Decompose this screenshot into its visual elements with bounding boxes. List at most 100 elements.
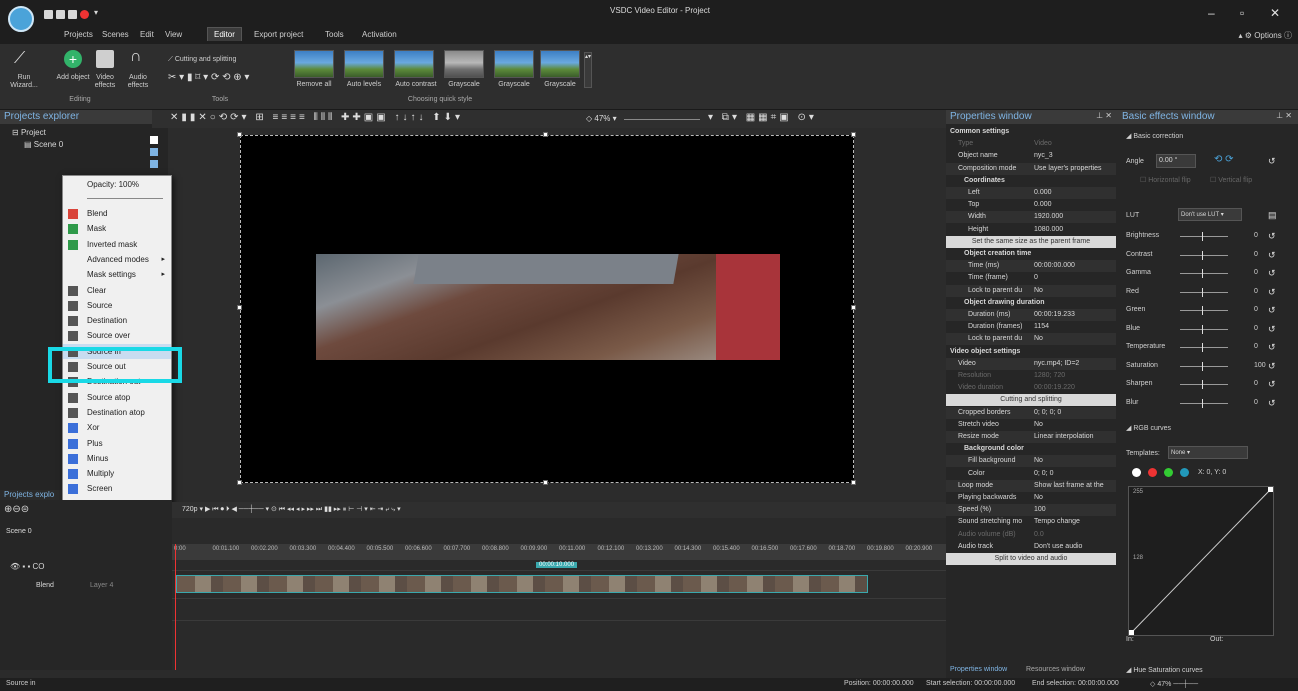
property-value[interactable]: Show last frame at the — [1034, 480, 1114, 492]
context-menu-item[interactable]: Inverted mask — [63, 237, 171, 252]
reset-icon[interactable]: ↺ — [1268, 231, 1276, 242]
style-grayscale-2-thumb[interactable] — [494, 50, 534, 78]
context-menu-item[interactable]: Advanced modes ▸ — [63, 252, 171, 267]
property-section-header[interactable]: Coordinates — [946, 175, 1116, 187]
resources-tab[interactable]: Resources window — [1026, 666, 1085, 673]
view-toolbar-icons[interactable]: ▾ ⧉▾ ▦▦⌗▣ ⊙▾ — [708, 112, 817, 123]
property-value[interactable]: Tempo change — [1034, 516, 1114, 528]
hue-saturation-section[interactable]: ◢ Hue Saturation curves — [1126, 666, 1203, 674]
property-section-header[interactable]: Background color — [946, 443, 1116, 455]
property-row[interactable]: Height 1080.000 — [946, 224, 1116, 236]
context-menu-item[interactable]: Screen — [63, 481, 171, 496]
curve-white-dot[interactable] — [1132, 468, 1141, 477]
context-menu-item[interactable]: Xor — [63, 420, 171, 435]
context-menu-item[interactable]: Source over — [63, 328, 171, 343]
property-value[interactable]: 1080.000 — [1034, 224, 1114, 236]
effect-slider[interactable] — [1180, 287, 1228, 297]
open-file-icon[interactable] — [56, 10, 65, 19]
basic-correction-section[interactable]: ◢ Basic correction — [1126, 132, 1183, 140]
property-row[interactable]: Cropped borders 0; 0; 0; 0 — [946, 406, 1116, 419]
cutting-splitting-button[interactable]: ⟋ Cutting and splitting — [168, 56, 236, 64]
timeline-ruler[interactable]: 0:00 00:01.100 00:02.200 00:03.300 00:04.400… — [172, 544, 946, 560]
property-row[interactable]: Object name nyc_3 — [946, 150, 1116, 162]
property-value[interactable]: 1280; 720 — [1034, 370, 1114, 382]
effect-slider[interactable] — [1180, 361, 1228, 371]
styles-scroll-button[interactable]: ▴▾ — [584, 52, 592, 88]
context-menu-item[interactable]: Destination — [63, 313, 171, 328]
context-menu-item[interactable]: Blend — [63, 206, 171, 221]
property-value[interactable]: Don't use audio — [1034, 541, 1114, 553]
property-value[interactable]: 0 — [1034, 272, 1114, 284]
record-icon[interactable] — [80, 10, 89, 19]
context-menu-item[interactable]: Plus — [63, 436, 171, 451]
property-value[interactable]: 0.000 — [1034, 199, 1114, 211]
project-node[interactable]: ⊟ Project — [12, 128, 46, 137]
new-file-icon[interactable] — [44, 10, 53, 19]
quick-access-dropdown-icon[interactable]: ▾ — [94, 8, 98, 17]
templates-select[interactable]: None ▾ — [1168, 446, 1248, 459]
effect-slider[interactable] — [1180, 398, 1228, 408]
property-value[interactable]: No — [1034, 333, 1114, 345]
video-frame[interactable] — [316, 254, 780, 360]
property-value[interactable]: nyc.mp4; ID=2 — [1034, 358, 1114, 370]
context-menu-item[interactable]: Mask — [63, 221, 171, 236]
style-auto-contrast-thumb[interactable] — [394, 50, 434, 78]
property-row[interactable]: Audio track Don't use audio — [946, 541, 1116, 553]
property-section-header[interactable]: Common settings — [946, 126, 1116, 138]
properties-tab[interactable]: Properties window — [950, 666, 1007, 673]
video-clip[interactable] — [176, 575, 868, 593]
property-value[interactable]: No — [1034, 285, 1114, 297]
property-action-button[interactable]: Set the same size as the parent frame — [946, 235, 1116, 248]
property-value[interactable]: 00:00:19.220 — [1034, 382, 1114, 394]
layer-visibility-icons[interactable]: 👁 ▪ ▪ CO — [10, 562, 45, 571]
resolution-selector[interactable]: 720p ▾ ▶ ⏮ ⏺ ⏵ ◀ ──┼── ▾ ⊙ ⏮ ◂◂ ◂ ▸ ▸▸ ⏭… — [182, 505, 401, 514]
menu-projects[interactable]: Projects — [64, 30, 93, 39]
context-menu-item[interactable]: Source — [63, 298, 171, 313]
zoom-slider[interactable] — [624, 119, 700, 120]
property-value[interactable]: 0; 0; 0; 0 — [1034, 407, 1114, 419]
property-row[interactable]: Sound stretching mo Tempo change — [946, 516, 1116, 528]
resize-handle[interactable] — [851, 132, 856, 137]
lut-select[interactable]: Don't use LUT ▾ — [1178, 208, 1242, 221]
property-row[interactable]: Time (frame) 0 — [946, 272, 1116, 284]
object-toolbar-icons[interactable]: ✕▮▮✕○⟲⟳▾ ⊞ ≡≡≡≡ ⫴⫴⫴ ✚✚▣▣ ↑↓↑↓ ⬆⬇▾ — [170, 112, 463, 123]
property-row[interactable]: Fill background No — [946, 455, 1116, 468]
property-row[interactable]: Color 0; 0; 0 — [946, 468, 1116, 480]
effect-slider[interactable] — [1180, 269, 1228, 278]
property-row[interactable]: Lock to parent du No — [946, 284, 1116, 297]
reset-icon[interactable]: ↺ — [1268, 268, 1276, 279]
effect-slider[interactable] — [1180, 343, 1228, 352]
style-auto-levels-thumb[interactable] — [344, 50, 384, 78]
property-section-header[interactable]: Video object settings — [946, 346, 1116, 358]
reset-icon[interactable]: ↺ — [1268, 324, 1276, 335]
property-row[interactable]: Audio volume (dB) 0.0 — [946, 529, 1116, 541]
reset-icon[interactable]: ↺ — [1268, 398, 1276, 409]
reset-icon[interactable]: ↺ — [1268, 250, 1276, 261]
app-logo-icon[interactable] — [8, 6, 34, 32]
vertical-flip-checkbox[interactable]: ☐ Vertical flip — [1210, 176, 1252, 184]
property-action-button[interactable]: Cutting and splitting — [946, 394, 1116, 407]
save-icon[interactable] — [68, 10, 77, 19]
video-effects-button[interactable]: Video effects — [90, 74, 120, 90]
curve-green-dot[interactable] — [1164, 468, 1173, 477]
scene-node[interactable]: ▤ Scene 0 — [24, 140, 63, 149]
resize-handle[interactable] — [851, 305, 856, 310]
layer-blend-label[interactable]: Blend — [36, 582, 54, 589]
property-row[interactable]: Top 0.000 — [946, 199, 1116, 211]
property-row[interactable]: Playing backwards No — [946, 492, 1116, 504]
rotate-icons[interactable]: ⟲ ⟳ — [1214, 154, 1234, 165]
horizontal-flip-checkbox[interactable]: ☐ Horizontal flip — [1140, 176, 1191, 184]
resize-handle[interactable] — [851, 480, 856, 485]
property-value[interactable]: No — [1034, 455, 1114, 467]
effect-slider[interactable] — [1180, 232, 1228, 241]
options-button[interactable]: ▴ ⚙ Options ⓘ — [1239, 30, 1292, 41]
property-row[interactable]: Duration (frames) 1154 — [946, 321, 1116, 333]
resize-handle[interactable] — [237, 480, 242, 485]
resize-handle[interactable] — [543, 132, 548, 137]
resize-handle[interactable] — [237, 305, 242, 310]
projects-explorer-tab[interactable]: Projects explo — [4, 490, 54, 499]
property-value[interactable]: 100 — [1034, 504, 1114, 516]
property-value[interactable]: No — [1034, 419, 1114, 431]
style-remove-all-thumb[interactable] — [294, 50, 334, 78]
scene-tab[interactable]: Scene 0 — [6, 528, 32, 535]
